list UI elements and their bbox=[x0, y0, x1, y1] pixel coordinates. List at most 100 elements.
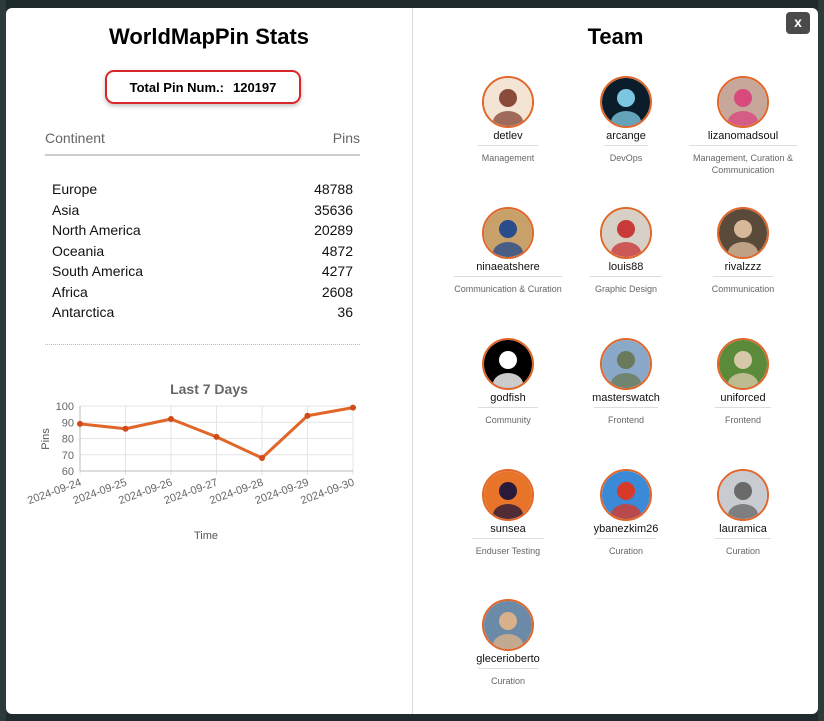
member-role: Frontend bbox=[724, 415, 762, 425]
member-divider bbox=[715, 538, 771, 539]
avatar[interactable] bbox=[600, 338, 652, 390]
team-member[interactable]: uniforced Frontend bbox=[683, 338, 803, 426]
data-point bbox=[122, 425, 129, 432]
team-member[interactable]: ybanezkim26 Curation bbox=[566, 469, 686, 557]
continent-pins: 4872 bbox=[321, 242, 353, 259]
avatar[interactable] bbox=[482, 76, 534, 128]
table-row: Antarctica 36 bbox=[52, 302, 353, 323]
total-pins-label: Total Pin Num.: bbox=[129, 79, 224, 95]
member-name[interactable]: ninaeatshere bbox=[448, 261, 568, 274]
team-member[interactable]: sunsea Enduser Testing bbox=[448, 469, 568, 557]
member-divider bbox=[590, 276, 662, 277]
member-divider bbox=[713, 276, 773, 277]
header-pins: Pins bbox=[332, 130, 360, 146]
team-member[interactable]: lauramica Curation bbox=[683, 469, 803, 557]
continent-name: Europe bbox=[52, 181, 98, 197]
header-continent: Continent bbox=[45, 130, 105, 146]
section-separator bbox=[45, 344, 360, 345]
continent-name: Asia bbox=[52, 201, 80, 218]
y-tick-label: 100 bbox=[56, 401, 74, 413]
stats-team-modal: x WorldMapPin Stats Total Pin Num.: 1201… bbox=[6, 8, 818, 714]
member-divider bbox=[478, 407, 538, 408]
avatar[interactable] bbox=[482, 338, 534, 390]
total-pins-value: 120197 bbox=[232, 79, 277, 95]
y-tick-label: 70 bbox=[62, 450, 74, 462]
total-pins-badge: Total Pin Num.: 120197 bbox=[105, 70, 301, 104]
avatar[interactable] bbox=[482, 207, 534, 259]
table-row: Africa 2608 bbox=[52, 282, 353, 303]
avatar[interactable] bbox=[717, 207, 769, 259]
team-member[interactable]: detlev Management bbox=[448, 76, 568, 164]
member-name[interactable]: sunsea bbox=[448, 523, 568, 536]
member-name[interactable]: louis88 bbox=[566, 261, 686, 274]
avatar[interactable] bbox=[482, 469, 534, 521]
table-row: Oceania 4872 bbox=[52, 241, 353, 262]
avatar[interactable] bbox=[600, 469, 652, 521]
member-role: Management bbox=[481, 153, 535, 163]
data-point bbox=[350, 404, 356, 411]
team-member[interactable]: lizanomadsoul Management, Curation & Comm… bbox=[683, 76, 803, 176]
member-name[interactable]: godfish bbox=[448, 392, 568, 405]
pins-line-chart: 607080901002024-09-242024-09-252024-09-2… bbox=[26, 401, 356, 542]
continent-pins: 20289 bbox=[314, 222, 353, 238]
table-row: South America 4277 bbox=[52, 261, 353, 282]
team-member[interactable]: arcange DevOps bbox=[566, 76, 686, 164]
backdrop-right bbox=[818, 0, 824, 721]
continent-pins: 2608 bbox=[321, 283, 353, 300]
member-name[interactable]: lauramica bbox=[683, 523, 803, 536]
member-name[interactable]: ybanezkim26 bbox=[566, 523, 686, 536]
continent-table-header: Continent Pins bbox=[45, 130, 360, 156]
continent-name: Oceania bbox=[52, 242, 105, 259]
member-role: Frontend bbox=[607, 415, 645, 425]
member-divider bbox=[478, 145, 538, 146]
team-member[interactable]: rivalzzz Communication bbox=[683, 207, 803, 295]
member-role: Curation bbox=[490, 676, 526, 686]
member-name[interactable]: glecerioberto bbox=[448, 653, 568, 666]
member-divider bbox=[604, 145, 648, 146]
member-name[interactable]: rivalzzz bbox=[683, 261, 803, 274]
member-divider bbox=[689, 145, 797, 146]
avatar[interactable] bbox=[717, 76, 769, 128]
y-tick-label: 80 bbox=[62, 434, 74, 446]
member-role: Graphic Design bbox=[594, 284, 658, 294]
member-name[interactable]: arcange bbox=[566, 130, 686, 143]
team-member[interactable]: masterswatch Frontend bbox=[566, 338, 686, 426]
avatar[interactable] bbox=[600, 207, 652, 259]
member-divider bbox=[596, 538, 656, 539]
member-role: Curation bbox=[725, 546, 761, 556]
y-axis-title: Pins bbox=[40, 428, 52, 450]
data-point bbox=[168, 416, 174, 422]
member-divider bbox=[715, 407, 771, 408]
avatar[interactable] bbox=[717, 338, 769, 390]
member-name[interactable]: masterswatch bbox=[566, 392, 686, 405]
table-row: Asia 35636 bbox=[52, 200, 353, 221]
avatar[interactable] bbox=[482, 599, 534, 651]
member-name[interactable]: uniforced bbox=[683, 392, 803, 405]
member-role: Communication bbox=[711, 284, 775, 294]
member-role: Management, Curation & Communication bbox=[692, 153, 794, 175]
data-point bbox=[259, 455, 265, 461]
data-point bbox=[213, 433, 220, 440]
member-role: Enduser Testing bbox=[475, 546, 541, 556]
member-divider bbox=[472, 538, 544, 539]
member-divider bbox=[478, 668, 538, 669]
avatar[interactable] bbox=[717, 469, 769, 521]
continent-pins: 35636 bbox=[314, 201, 353, 218]
avatar[interactable] bbox=[600, 76, 652, 128]
chart-title: Last 7 Days bbox=[170, 381, 248, 397]
y-tick-label: 60 bbox=[62, 466, 74, 478]
member-name[interactable]: lizanomadsoul bbox=[683, 130, 803, 143]
data-point bbox=[304, 412, 311, 419]
member-name[interactable]: detlev bbox=[448, 130, 568, 143]
continent-name: South America bbox=[52, 263, 144, 279]
team-member[interactable]: godfish Community bbox=[448, 338, 568, 426]
stats-title: WorldMapPin Stats bbox=[108, 24, 310, 49]
table-row: Europe 48788 bbox=[52, 179, 353, 200]
table-row: North America 20289 bbox=[52, 220, 353, 241]
team-member[interactable]: ninaeatshere Communication & Curation bbox=[448, 207, 568, 295]
member-divider bbox=[454, 276, 562, 277]
continent-pins: 4277 bbox=[321, 263, 353, 279]
x-axis-title: Time bbox=[194, 530, 218, 542]
team-member[interactable]: louis88 Graphic Design bbox=[566, 207, 686, 295]
team-member[interactable]: glecerioberto Curation bbox=[448, 599, 568, 687]
